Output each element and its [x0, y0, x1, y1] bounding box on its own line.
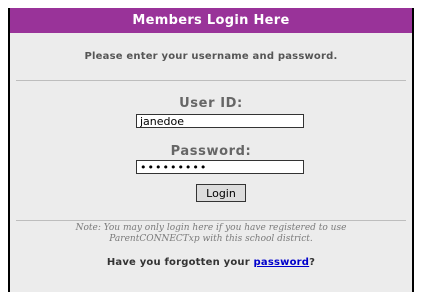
user-id-input[interactable]	[136, 114, 304, 128]
registration-note-line-1: Note: You may only login here if you hav…	[75, 223, 347, 233]
login-title: Members Login Here	[132, 13, 290, 28]
login-instructions: Please enter your username and password.	[84, 51, 338, 62]
password-input[interactable]	[136, 160, 304, 174]
registration-note-line-2: ParentCONNECTxp with this school distric…	[109, 234, 313, 244]
forgot-password-link[interactable]: password	[254, 257, 310, 268]
registration-note: Note: You may only login here if you hav…	[20, 223, 402, 245]
divider-top	[16, 80, 406, 81]
login-button[interactable]: Login	[196, 184, 246, 202]
forgot-password-prompt: Have you forgotten your password?	[10, 257, 412, 268]
forgot-password-suffix: ?	[309, 257, 316, 268]
divider-bottom	[16, 220, 406, 221]
login-panel: Members Login Here Please enter your use…	[8, 8, 414, 292]
login-header: Members Login Here	[10, 8, 412, 33]
password-label: Password:	[170, 144, 252, 159]
user-id-label: User ID:	[179, 96, 243, 111]
forgot-password-prefix: Have you forgotten your	[106, 257, 254, 268]
